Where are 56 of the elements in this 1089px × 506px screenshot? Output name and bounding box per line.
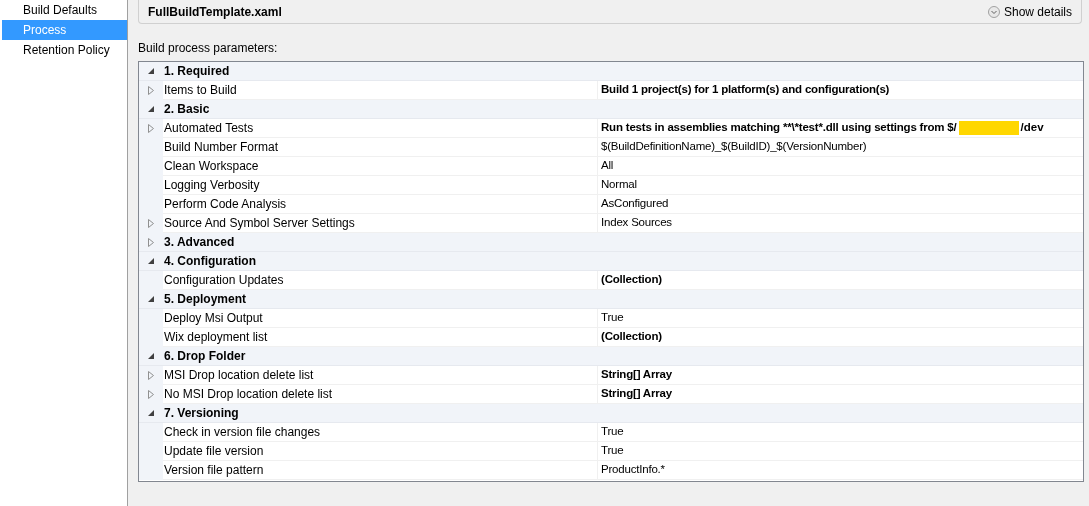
show-details-button[interactable]: Show details xyxy=(987,2,1072,21)
collapse-triangle-icon[interactable] xyxy=(147,352,155,360)
category-title: 6. Drop Folder xyxy=(163,348,246,365)
category-title: 2. Basic xyxy=(163,101,210,118)
sidebar-item[interactable]: Build Defaults xyxy=(2,0,127,20)
expand-triangle-icon[interactable] xyxy=(148,86,154,95)
property-name: Wix deployment list xyxy=(164,329,268,346)
collapse-triangle-icon[interactable] xyxy=(147,67,155,75)
property-value: AsConfigured xyxy=(601,196,669,212)
chevron-circle-icon xyxy=(987,5,1000,18)
property-name: Version file pattern xyxy=(164,462,264,479)
collapse-triangle-icon[interactable] xyxy=(147,295,155,303)
property-value: Index Sources xyxy=(601,215,672,231)
property-value: Run tests in assemblies matching **\*test*.dll using settings from $/ xyxy=(601,120,957,136)
property-value: String[] Array xyxy=(601,386,672,402)
property-name: Update file version xyxy=(164,443,264,460)
property-name: Deploy Msi Output xyxy=(164,310,263,327)
sidebar-item[interactable]: Retention Policy xyxy=(2,40,127,60)
collapse-triangle-icon[interactable] xyxy=(147,105,155,113)
property-name: Check in version file changes xyxy=(164,424,321,441)
expand-triangle-icon[interactable] xyxy=(148,219,154,228)
property-name: Automated Tests xyxy=(164,120,254,137)
property-name: Perform Code Analysis xyxy=(164,196,287,213)
collapse-triangle-icon[interactable] xyxy=(147,257,155,265)
property-name: Source And Symbol Server Settings xyxy=(164,215,355,232)
property-value: String[] Array xyxy=(601,367,672,383)
expand-triangle-icon[interactable] xyxy=(148,390,154,399)
template-name: FullBuildTemplate.xaml xyxy=(148,3,282,21)
property-value: ProductInfo.* xyxy=(601,462,665,478)
property-value: $(BuildDefinitionName)_$(BuildID)_$(VersionNumber) xyxy=(601,139,867,155)
category-title: 5. Deployment xyxy=(163,291,247,308)
expand-triangle-icon[interactable] xyxy=(148,371,154,380)
property-name: Items to Build xyxy=(164,82,237,99)
property-value: (Collection) xyxy=(601,329,662,345)
category-title: 7. Versioning xyxy=(163,405,239,422)
expand-triangle-icon[interactable] xyxy=(148,124,154,133)
property-value: (Collection) xyxy=(601,272,662,288)
property-value: True xyxy=(601,443,624,459)
property-name: Logging Verbosity xyxy=(164,177,260,194)
property-value-tail: /dev xyxy=(1020,120,1044,136)
property-value: True xyxy=(601,424,624,440)
property-value: All xyxy=(601,158,614,174)
category-title: 1. Required xyxy=(163,63,230,80)
property-name: Configuration Updates xyxy=(164,272,284,289)
property-name: Clean Workspace xyxy=(164,158,259,175)
category-title: 3. Advanced xyxy=(163,234,235,251)
property-name: No MSI Drop location delete list xyxy=(164,386,333,403)
property-value: True xyxy=(601,310,624,326)
property-name: MSI Drop location delete list xyxy=(164,367,314,384)
collapse-triangle-icon[interactable] xyxy=(147,409,155,417)
property-name: Build Number Format xyxy=(164,139,279,156)
property-value: Build 1 project(s) for 1 platform(s) and configuration(s) xyxy=(601,82,890,98)
expand-triangle-icon[interactable] xyxy=(148,237,154,247)
parameters-label: Build process parameters: xyxy=(138,40,278,57)
property-value: Normal xyxy=(601,177,637,193)
category-title: 4. Configuration xyxy=(163,253,256,270)
